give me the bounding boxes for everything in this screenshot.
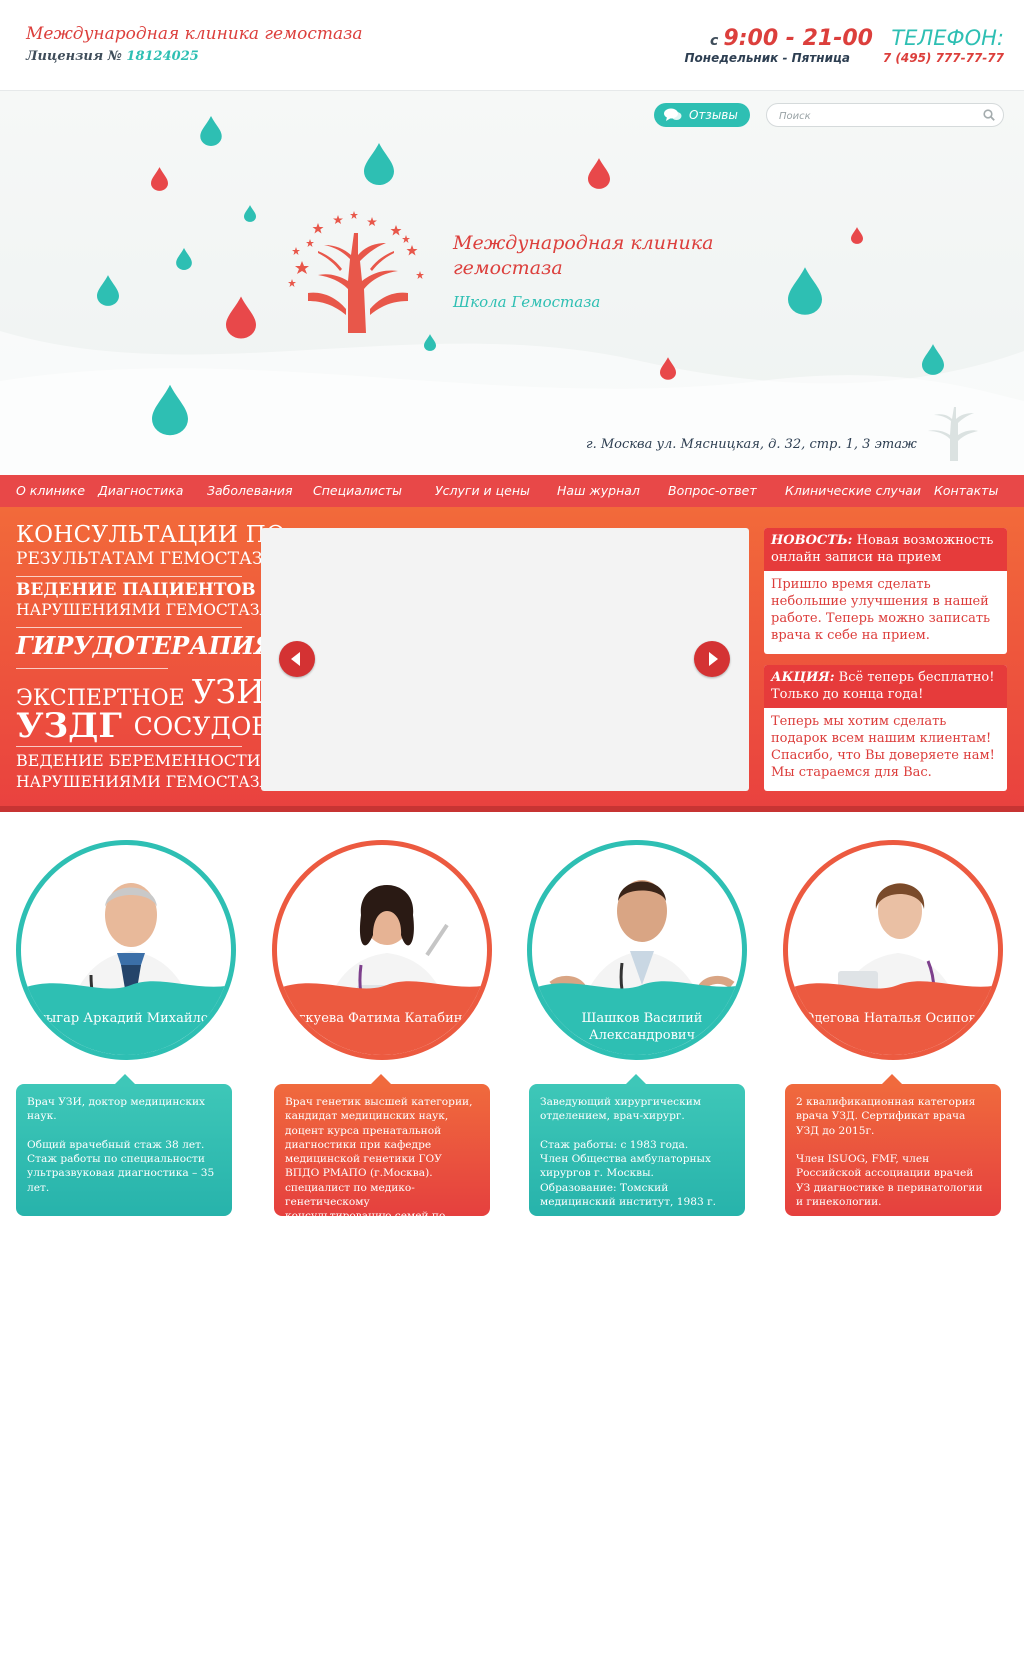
hero-logo-subtitle: Школа Гемостаза <box>453 293 601 311</box>
chevron-right-icon <box>709 652 718 666</box>
nav-item-diseases[interactable]: Заболевания <box>207 475 293 507</box>
service-patient-management-sub[interactable]: нарушениями гемостаза <box>16 601 271 619</box>
top-header: Международная клиника гемостаза Лицензия… <box>0 0 1024 91</box>
droplet-icon <box>588 158 610 189</box>
service-consultations-sub[interactable]: результатам гемостаза <box>16 549 275 569</box>
chat-bubbles-icon <box>664 108 682 121</box>
license-info: Лицензия № 18124025 <box>26 49 199 64</box>
hero-logo-title: Международная клиника гемостаза <box>453 232 714 279</box>
chevron-left-icon <box>291 652 300 666</box>
promo-card-header: АКЦИЯ: Всё теперь бесплатно! Только до к… <box>764 665 1007 708</box>
droplet-icon <box>226 296 256 339</box>
droplet-icon <box>97 275 119 306</box>
droplet-icon <box>788 267 822 315</box>
service-divider <box>16 746 242 747</box>
promo-label: АКЦИЯ: <box>771 670 835 685</box>
droplet-icon <box>851 227 863 244</box>
service-patient-management[interactable]: Ведение пациентов с <box>16 580 275 600</box>
news-card[interactable]: НОВОСТЬ: Новая возможность онлайн записи… <box>764 528 1007 654</box>
promo-card-body: Теперь мы хотим сделать подарок всем наш… <box>771 714 995 780</box>
droplet-icon <box>364 143 394 185</box>
reviews-button[interactable]: Отзывы <box>654 103 750 127</box>
service-dopplerography[interactable]: УЗДГ сосудов <box>16 706 270 746</box>
nav-item-services-prices[interactable]: Услуги и цены <box>435 475 530 507</box>
service-hirudotherapy[interactable]: Гирудотерапия <box>16 631 275 660</box>
doctor-name: Одегова Наталья Осиповна <box>803 1011 993 1026</box>
doctor-card-circle[interactable]: Одегова Наталья Осиповна <box>783 840 1003 1060</box>
tree-watermark-icon <box>928 407 978 461</box>
license-number: 18124025 <box>126 49 199 64</box>
site-title[interactable]: Международная клиника гемостаза <box>26 24 363 44</box>
doctor-name: Шашков Василий Александрович <box>581 1011 703 1043</box>
service-divider <box>16 627 242 628</box>
news-label: НОВОСТЬ: <box>771 533 853 548</box>
service-pregnancy-sub[interactable]: нарушениями гемостаза <box>16 773 271 791</box>
license-label: Лицензия № <box>26 49 122 64</box>
main-navigation: О клинике Диагностика Заболевания Специа… <box>0 475 1024 507</box>
doctor-bio-card: Врач УЗИ, доктор медицинских наук. Общий… <box>16 1084 232 1216</box>
nav-item-journal[interactable]: Наш журнал <box>557 475 640 507</box>
service-consultations[interactable]: Консультации по <box>16 522 285 548</box>
slider-prev-button[interactable] <box>279 641 315 677</box>
nav-item-about[interactable]: О клинике <box>16 475 85 507</box>
image-slider <box>261 528 749 791</box>
clinic-address: г. Москва ул. Мясницкая, д. 32, стр. 1, … <box>586 437 917 452</box>
hero-banner: Отзывы Меж <box>0 91 1024 475</box>
slider-next-button[interactable] <box>694 641 730 677</box>
droplet-icon <box>244 205 256 222</box>
doctor-bio-card: Врач генетик высшей категории, кандидат … <box>274 1084 490 1216</box>
doctor-card-circle[interactable]: Шашков Василий Александрович <box>527 840 747 1060</box>
service-divider <box>16 668 168 669</box>
promo-bottom-border <box>0 806 1024 812</box>
doctor-card-circle[interactable]: Стыгар Аркадий Михайлович <box>16 840 236 1060</box>
droplet-icon <box>152 384 188 436</box>
news-card-header: НОВОСТЬ: Новая возможность онлайн записи… <box>764 528 1007 571</box>
droplet-icon <box>660 357 676 380</box>
service-divider <box>16 576 242 577</box>
service-pregnancy[interactable]: Ведение беременности с <box>16 751 278 770</box>
hours-time: 9:00 - 21-00 <box>723 26 873 51</box>
nav-item-contacts[interactable]: Контакты <box>934 475 998 507</box>
droplet-icon <box>200 116 222 146</box>
droplet-icon <box>151 167 168 191</box>
droplet-icon <box>922 344 944 375</box>
droplet-icon <box>424 334 436 351</box>
working-days: Понедельник - Пятница <box>684 51 851 65</box>
news-card-body: Пришло время сделать небольшие улучшения… <box>771 577 991 643</box>
service-vessels-label: сосудов <box>133 712 270 741</box>
working-hours: с 9:00 - 21-00 <box>710 26 873 51</box>
service-uzdg-label: УЗДГ <box>16 706 122 746</box>
phone-number[interactable]: 7 (495) 777-77-77 <box>860 51 1004 65</box>
search-input[interactable] <box>777 107 971 125</box>
search-box <box>766 103 1004 127</box>
droplet-icon <box>176 248 192 270</box>
doctor-bio-card: Заведующий хирургическим отделением, вра… <box>529 1084 745 1216</box>
reviews-label: Отзывы <box>689 108 738 122</box>
nav-item-clinical-cases[interactable]: Клинические случаи <box>785 475 921 507</box>
nav-item-faq[interactable]: Вопрос-ответ <box>668 475 757 507</box>
doctor-card-circle[interactable]: Лагкуева Фатима Катабиновна <box>272 840 492 1060</box>
doctor-name: Лагкуева Фатима Катабиновна <box>280 1011 492 1026</box>
clinic-logo-tree-icon[interactable] <box>288 211 428 333</box>
search-icon[interactable] <box>983 109 995 121</box>
doctor-bio-card: 2 квалификационная категория врача УЗД. … <box>785 1084 1001 1216</box>
hours-prefix: с <box>710 33 719 49</box>
phone-title: ТЕЛЕФОН: <box>891 26 1004 50</box>
nav-item-specialists[interactable]: Специалисты <box>313 475 402 507</box>
nav-item-diagnostics[interactable]: Диагностика <box>98 475 183 507</box>
promo-card[interactable]: АКЦИЯ: Всё теперь бесплатно! Только до к… <box>764 665 1007 791</box>
doctor-name: Стыгар Аркадий Михайлович <box>28 1011 234 1026</box>
